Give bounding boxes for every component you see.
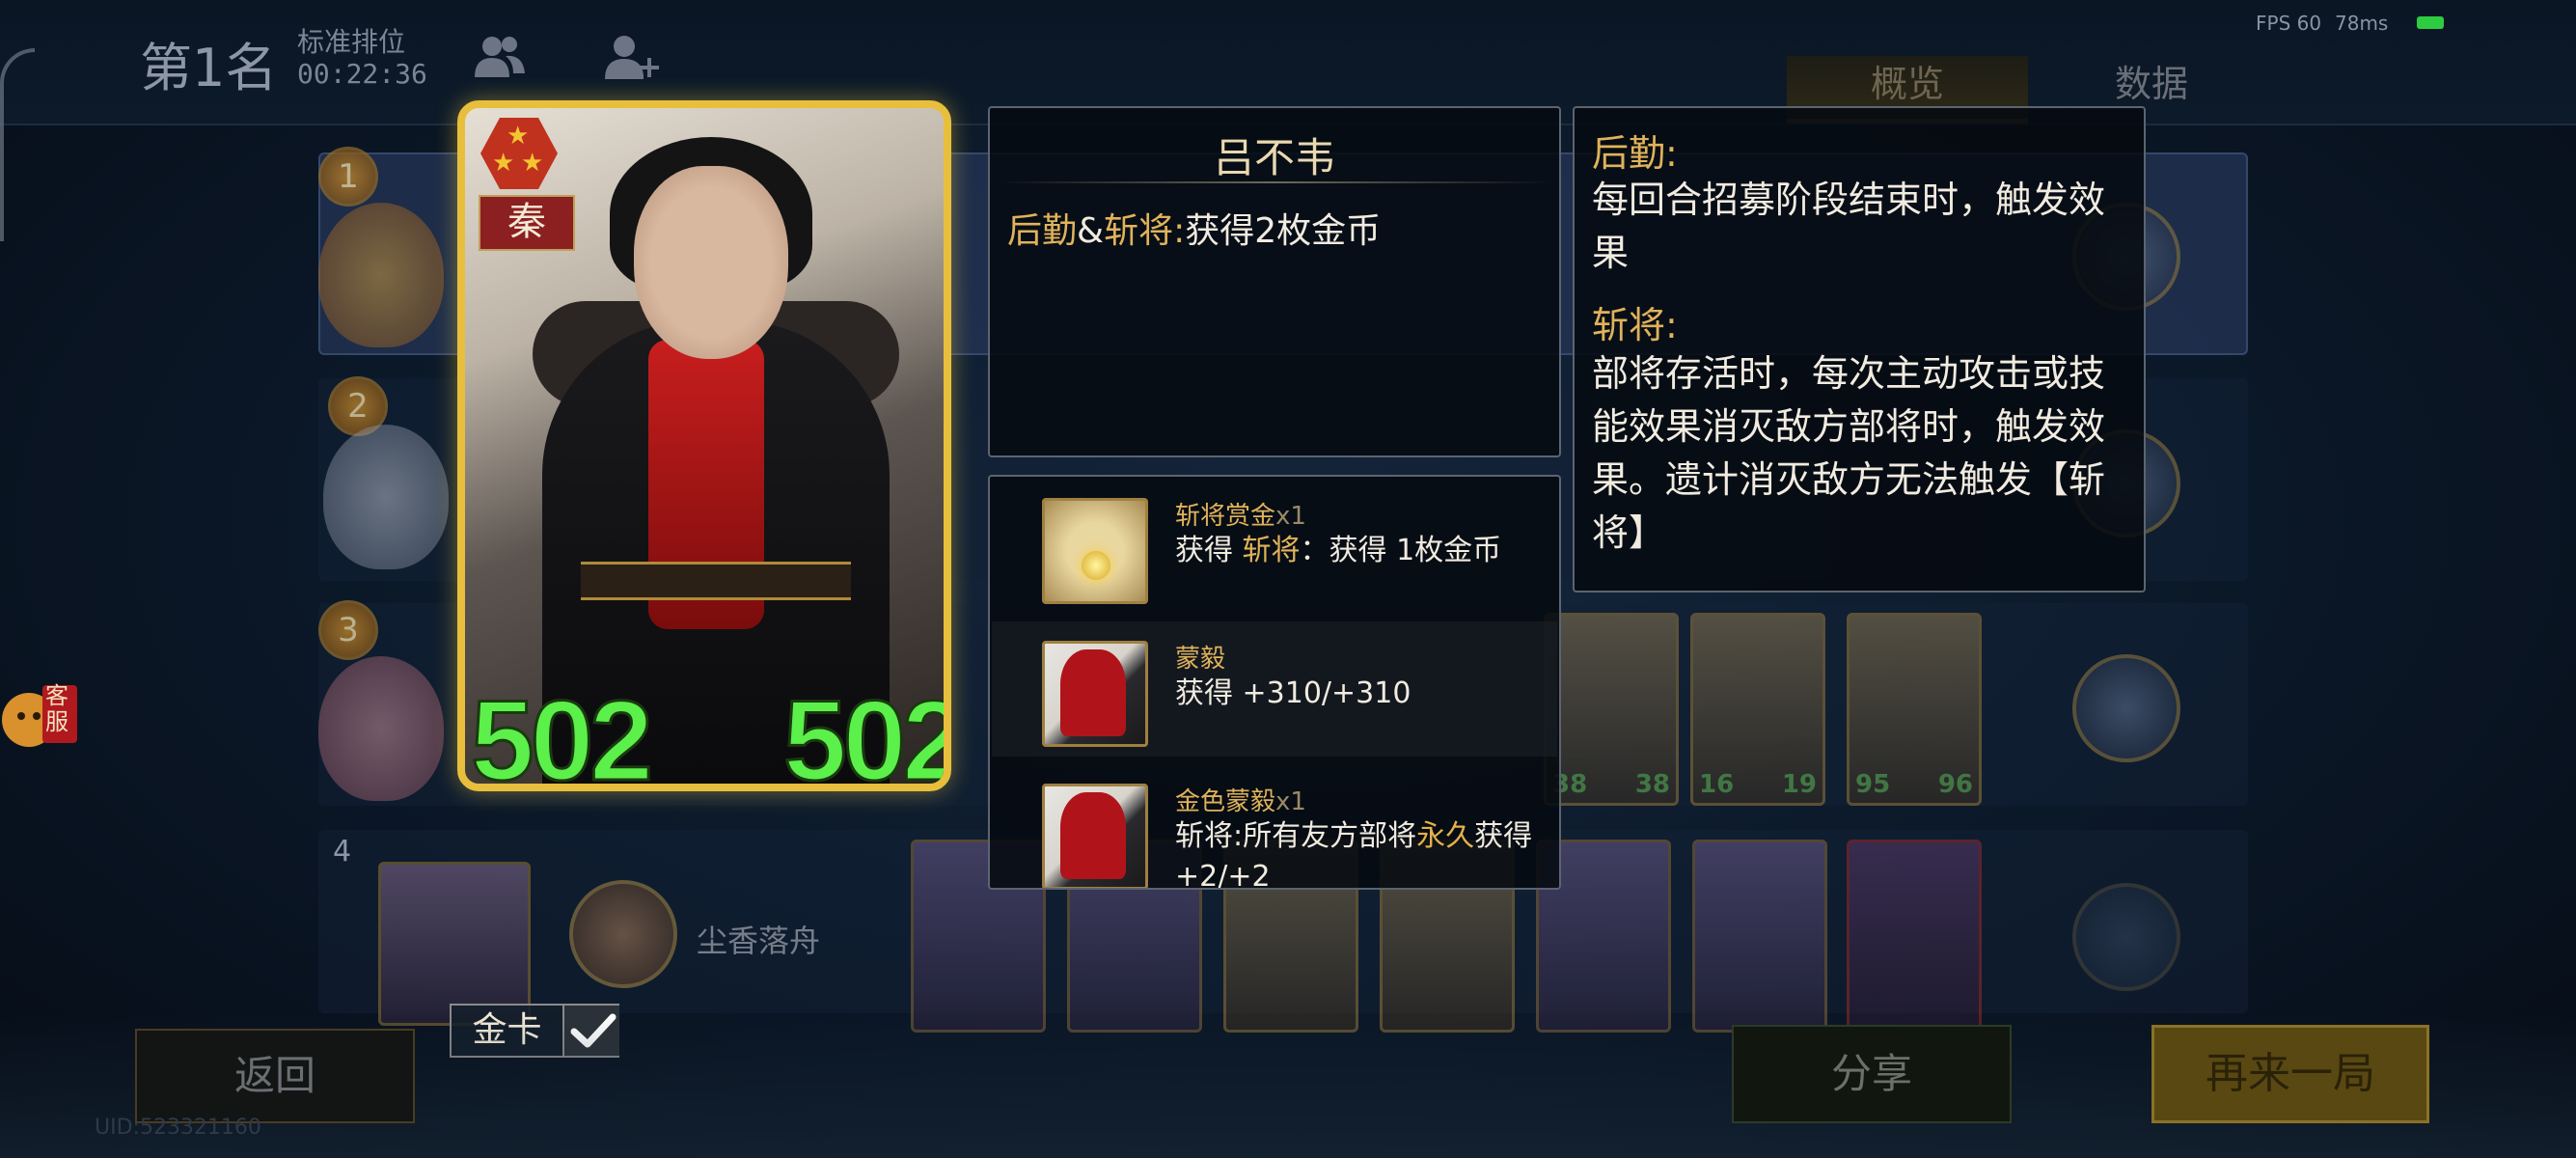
list-item[interactable]: 斩将赏金x1 获得 斩将：获得 1枚金币 bbox=[992, 479, 1557, 614]
rank-badge-3: 3 bbox=[318, 600, 378, 660]
keyword-title-logistics: 后勤: bbox=[1592, 132, 1678, 175]
item-title: 蒙毅 bbox=[1175, 645, 1226, 674]
board-card[interactable]: 95 96 bbox=[1847, 613, 1982, 806]
pet-avatar-3 bbox=[318, 656, 444, 801]
item-desc: 斩将:所有友方部将永久获得+2/+2 bbox=[1175, 819, 1533, 890]
hero-round-icon bbox=[2072, 654, 2180, 762]
attack-stat: 502 bbox=[470, 676, 655, 791]
keyword-colon: : bbox=[1173, 211, 1186, 251]
bounty-scroll-icon bbox=[1042, 498, 1148, 604]
player-hero-portrait bbox=[378, 862, 531, 1026]
item-desc: 获得 斩将：获得 1枚金币 bbox=[1175, 534, 1502, 567]
wifi-signal-icon bbox=[2417, 16, 2444, 29]
keyword-desc-slay: 部将存活时，每次主动攻击或技能效果消灭敌方部将时，触发效果。遗计消灭敌方无法触发… bbox=[1592, 352, 2106, 554]
keyword-separator: & bbox=[1077, 211, 1105, 251]
placement-title: 第1名 bbox=[140, 38, 278, 98]
back-button[interactable]: 返回 bbox=[135, 1029, 415, 1123]
ability-text: 后勤&斩将:获得2枚金币 bbox=[1007, 203, 1381, 253]
fps-indicator: FPS 60 bbox=[2256, 12, 2322, 35]
board-card[interactable]: 38 38 bbox=[1544, 613, 1679, 806]
ping-indicator: 78ms bbox=[2335, 12, 2389, 35]
friends-icon[interactable] bbox=[473, 33, 527, 81]
meng-yi-portrait-icon bbox=[1042, 641, 1148, 747]
divider bbox=[998, 181, 1551, 183]
player-name: 尘香落舟 bbox=[697, 923, 821, 959]
side-decoration bbox=[0, 48, 35, 241]
share-button[interactable]: 分享 bbox=[1732, 1025, 2012, 1123]
game-mode-label: 标准排位 bbox=[297, 26, 406, 58]
match-timer: 00:22:36 bbox=[297, 58, 427, 90]
keyword-desc-logistics: 每回合招募阶段结束时，触发效果 bbox=[1592, 179, 2106, 274]
health-stat: 502 bbox=[782, 676, 951, 791]
pet-avatar-2 bbox=[323, 425, 449, 569]
list-item[interactable]: 金色蒙毅x1 斩将:所有友方部将永久获得+2/+2 bbox=[992, 764, 1557, 890]
customer-service-label: 客服 bbox=[45, 682, 69, 735]
related-cards-list[interactable]: 斩将赏金x1 获得 斩将：获得 1枚金币 蒙毅 获得 +310/+310 金色蒙… bbox=[988, 475, 1561, 890]
card-name: 吕不韦 bbox=[1213, 134, 1335, 181]
play-again-button[interactable]: 再来一局 bbox=[2151, 1025, 2429, 1123]
card-art-face bbox=[634, 166, 788, 359]
user-id: UID:523321160 bbox=[95, 1116, 261, 1140]
keyword-logistics[interactable]: 后勤 bbox=[1007, 211, 1077, 251]
faction-tag: 秦 bbox=[479, 195, 575, 251]
board-card[interactable] bbox=[1692, 840, 1827, 1033]
rank-number-4: 4 bbox=[333, 835, 352, 868]
board-card[interactable]: 16 19 bbox=[1690, 613, 1825, 806]
item-desc: 获得 +310/+310 bbox=[1175, 676, 1411, 710]
golden-meng-yi-portrait-icon bbox=[1042, 784, 1148, 888]
ability-panel: 吕不韦 后勤&斩将:获得2枚金币 bbox=[988, 106, 1561, 457]
selected-hero-card[interactable]: ★ ★ ★ 秦 502 502 bbox=[457, 100, 951, 791]
add-friend-icon[interactable] bbox=[603, 33, 661, 81]
item-title: 金色蒙毅x1 bbox=[1175, 787, 1306, 816]
pet-avatar-1 bbox=[318, 203, 444, 347]
keyword-panel: 后勤: 每回合招募阶段结束时，触发效果 斩将: 部将存活时，每次主动攻击或技能效… bbox=[1573, 106, 2146, 593]
list-item[interactable]: 蒙毅 获得 +310/+310 bbox=[992, 621, 1557, 757]
board-card[interactable] bbox=[1847, 840, 1982, 1033]
card-art-belt bbox=[581, 562, 851, 600]
keyword-slay[interactable]: 斩将 bbox=[1104, 211, 1173, 251]
item-title: 斩将赏金x1 bbox=[1175, 502, 1306, 531]
ability-effect: 获得2枚金币 bbox=[1185, 211, 1382, 251]
keyword-title-slay: 斩将: bbox=[1592, 304, 1678, 346]
player-avatar[interactable] bbox=[569, 880, 677, 988]
star-rank-icon: ★ ★ ★ bbox=[480, 118, 558, 189]
rank-badge-1: 1 bbox=[318, 147, 378, 207]
